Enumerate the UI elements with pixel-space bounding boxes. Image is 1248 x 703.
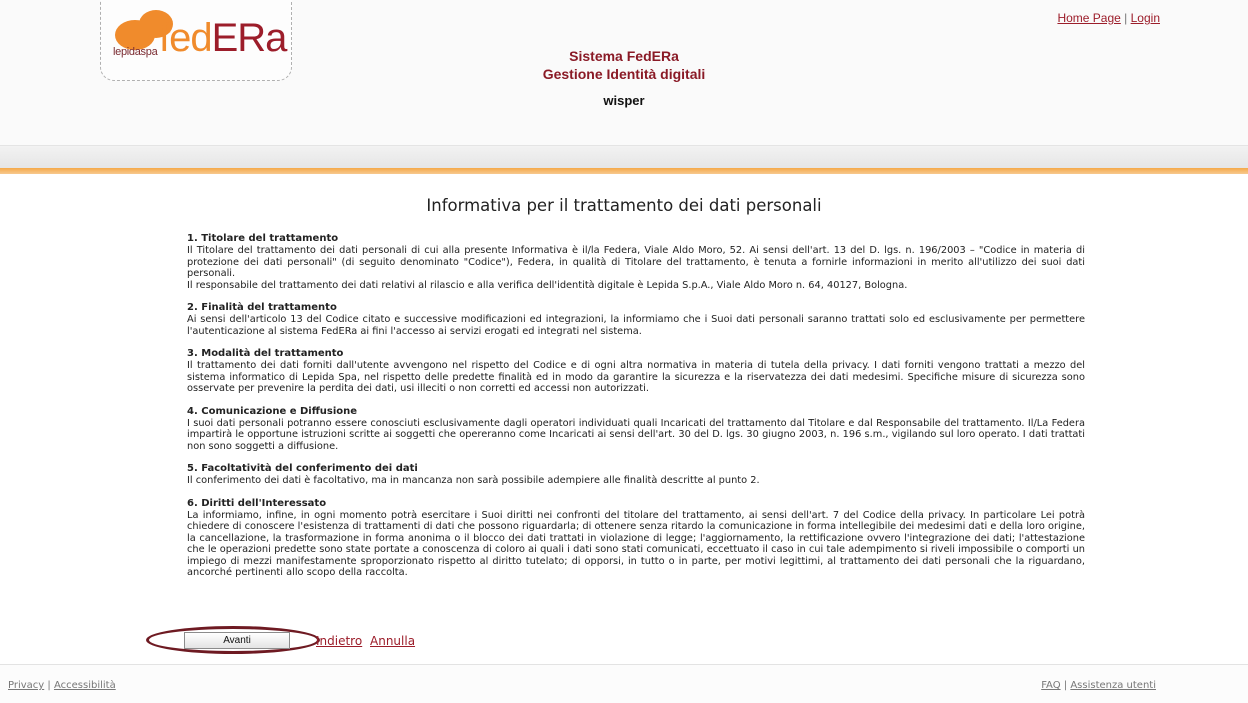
section-text: Il Titolare del trattamento dei dati per…: [187, 245, 1085, 279]
footer-separator: |: [1063, 680, 1068, 691]
footer-separator: |: [47, 680, 51, 691]
orange-divider: [0, 168, 1248, 174]
section-heading: 5. Facoltatività del conferimento dei da…: [187, 463, 418, 474]
indietro-link[interactable]: Indietro: [316, 634, 362, 648]
section-diritti: 6. Diritti dell'Interessato La informiam…: [187, 498, 1085, 579]
privacy-link[interactable]: Privacy: [8, 680, 44, 691]
section-comunicazione: 4. Comunicazione e Diffusione I suoi dat…: [187, 406, 1085, 453]
annulla-link[interactable]: Annulla: [370, 634, 415, 648]
section-text: I suoi dati personali potranno essere co…: [187, 417, 1085, 452]
home-page-link[interactable]: Home Page: [1057, 11, 1120, 25]
page-title: Informativa per il trattamento dei dati …: [426, 196, 822, 215]
footer-left-links: Privacy | Accessibilità: [8, 680, 116, 691]
section-text: Ai sensi dell'articolo 13 del Codice cit…: [187, 314, 1085, 337]
section-finalita: 2. Finalità del trattamento Ai sensi del…: [187, 302, 1085, 337]
system-title: Sistema FedERa: [569, 48, 679, 64]
form-actions: Avanti Indietro Annulla: [146, 626, 446, 656]
footer-right-links: FAQ | Assistenza utenti: [1041, 680, 1156, 691]
avanti-button[interactable]: Avanti: [184, 632, 290, 649]
user-name: wisper: [603, 93, 645, 108]
section-heading: 6. Diritti dell'Interessato: [187, 497, 327, 509]
top-links: Home Page | Login: [1057, 11, 1160, 25]
top-links-separator: |: [1124, 11, 1128, 25]
section-heading: 4. Comunicazione e Diffusione: [187, 405, 358, 417]
section-text: Il conferimento dei dati è facoltativo, …: [187, 475, 760, 486]
section-text: Il trattamento dei dati forniti dall'ute…: [187, 360, 1085, 394]
accessibility-link[interactable]: Accessibilità: [54, 680, 116, 691]
section-heading: 2. Finalità del trattamento: [187, 302, 337, 313]
section-heading: 3. Modalità del trattamento: [187, 348, 344, 359]
section-heading: 1. Titolare del trattamento: [187, 233, 339, 244]
system-title-block: Sistema FedERa Gestione Identità digital…: [0, 47, 1248, 83]
support-link[interactable]: Assistenza utenti: [1070, 680, 1156, 691]
site-footer: Privacy | Accessibilità FAQ | Assistenza…: [0, 664, 1248, 703]
faq-link[interactable]: FAQ: [1041, 680, 1060, 691]
site-header: lepidaspa fedERa Sistema FedERa Gestione…: [0, 0, 1248, 146]
privacy-notice: 1. Titolare del trattamento Il Titolare …: [187, 233, 1085, 590]
section-facoltativita: 5. Facoltatività del conferimento dei da…: [187, 463, 1085, 487]
section-text: La informiamo, infine, in ogni momento p…: [187, 509, 1085, 579]
section-titolare: 1. Titolare del trattamento Il Titolare …: [187, 233, 1085, 291]
section-modalita: 3. Modalità del trattamento Il trattamen…: [187, 348, 1085, 395]
system-subtitle: Gestione Identità digitali: [542, 66, 706, 82]
section-text: Il responsabile del trattamento dei dati…: [187, 279, 908, 291]
header-band: [0, 146, 1248, 168]
login-link[interactable]: Login: [1131, 11, 1160, 25]
